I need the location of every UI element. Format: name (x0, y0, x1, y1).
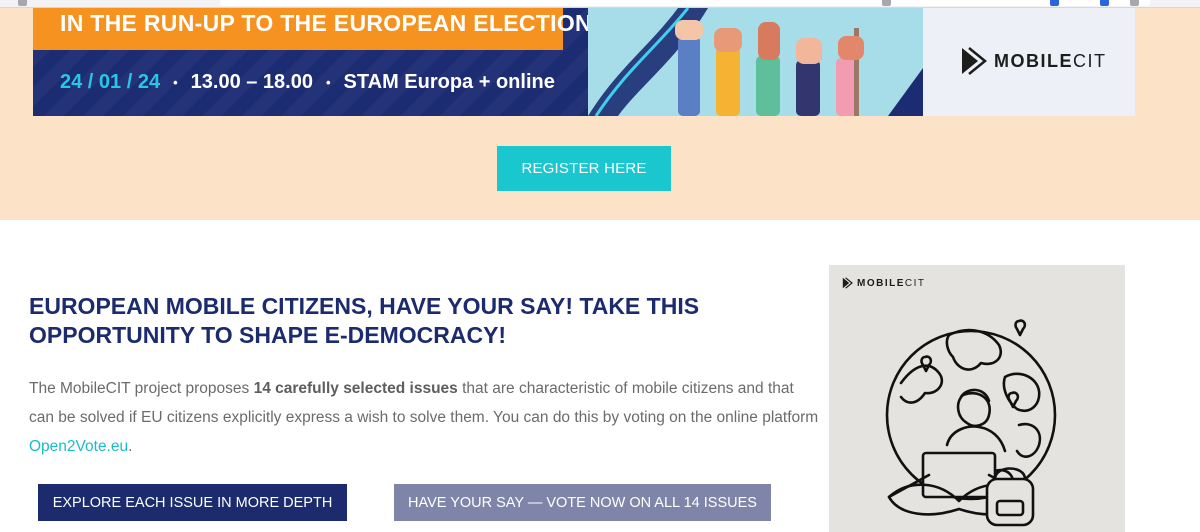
extension-icon[interactable] (1050, 0, 1059, 6)
event-time: 13.00 – 18.00 (190, 71, 313, 93)
explore-issues-button[interactable]: EXPLORE EACH ISSUE IN MORE DEPTH (38, 484, 347, 521)
page-heading: EUROPEAN MOBILE CITIZENS, HAVE YOUR SAY!… (29, 293, 700, 348)
event-date: 24 / 01 / 24 (60, 71, 161, 93)
extension-icon[interactable] (1100, 0, 1109, 6)
browser-toolbar (0, 0, 1200, 8)
menu-icon[interactable] (1130, 0, 1139, 6)
side-illustration-card: MOBILECIT (829, 265, 1125, 532)
star-icon[interactable] (882, 0, 891, 6)
logo-text: MOBILECIT (994, 50, 1107, 71)
mobilecit-logo: MOBILECIT (960, 46, 1107, 76)
event-venue: STAM Europa + online (343, 71, 555, 93)
separator: • (325, 75, 331, 90)
back-icon[interactable] (18, 0, 27, 6)
intro-highlight: 14 carefully selected issues (253, 380, 458, 397)
intro-text: The MobileCIT project proposes (29, 380, 254, 397)
open2vote-link[interactable]: Open2Vote.eu (29, 438, 128, 455)
banner-logo-area: MOBILECIT (923, 8, 1135, 116)
intro-text: . (128, 438, 133, 455)
vote-now-button[interactable]: HAVE YOUR SAY — VOTE NOW ON ALL 14 ISSUE… (394, 484, 771, 521)
play-logo-icon (962, 47, 987, 75)
event-banner[interactable]: IN THE RUN-UP TO THE EUROPEAN ELECTIONS … (33, 8, 1135, 116)
globe-person-laptop-illustration (885, 319, 1057, 527)
raised-hands-illustration (588, 8, 923, 116)
separator: • (173, 75, 178, 90)
hero-section: IN THE RUN-UP TO THE EUROPEAN ELECTIONS … (0, 8, 1200, 220)
intro-paragraph: The MobileCIT project proposes 14 carefu… (29, 374, 819, 461)
address-bar[interactable] (220, 0, 1150, 6)
register-button[interactable]: REGISTER HERE (497, 146, 671, 191)
banner-title: IN THE RUN-UP TO THE EUROPEAN ELECTIONS (60, 10, 608, 36)
event-details: 24 / 01 / 24 • 13.00 – 18.00 • STAM Euro… (60, 71, 555, 94)
